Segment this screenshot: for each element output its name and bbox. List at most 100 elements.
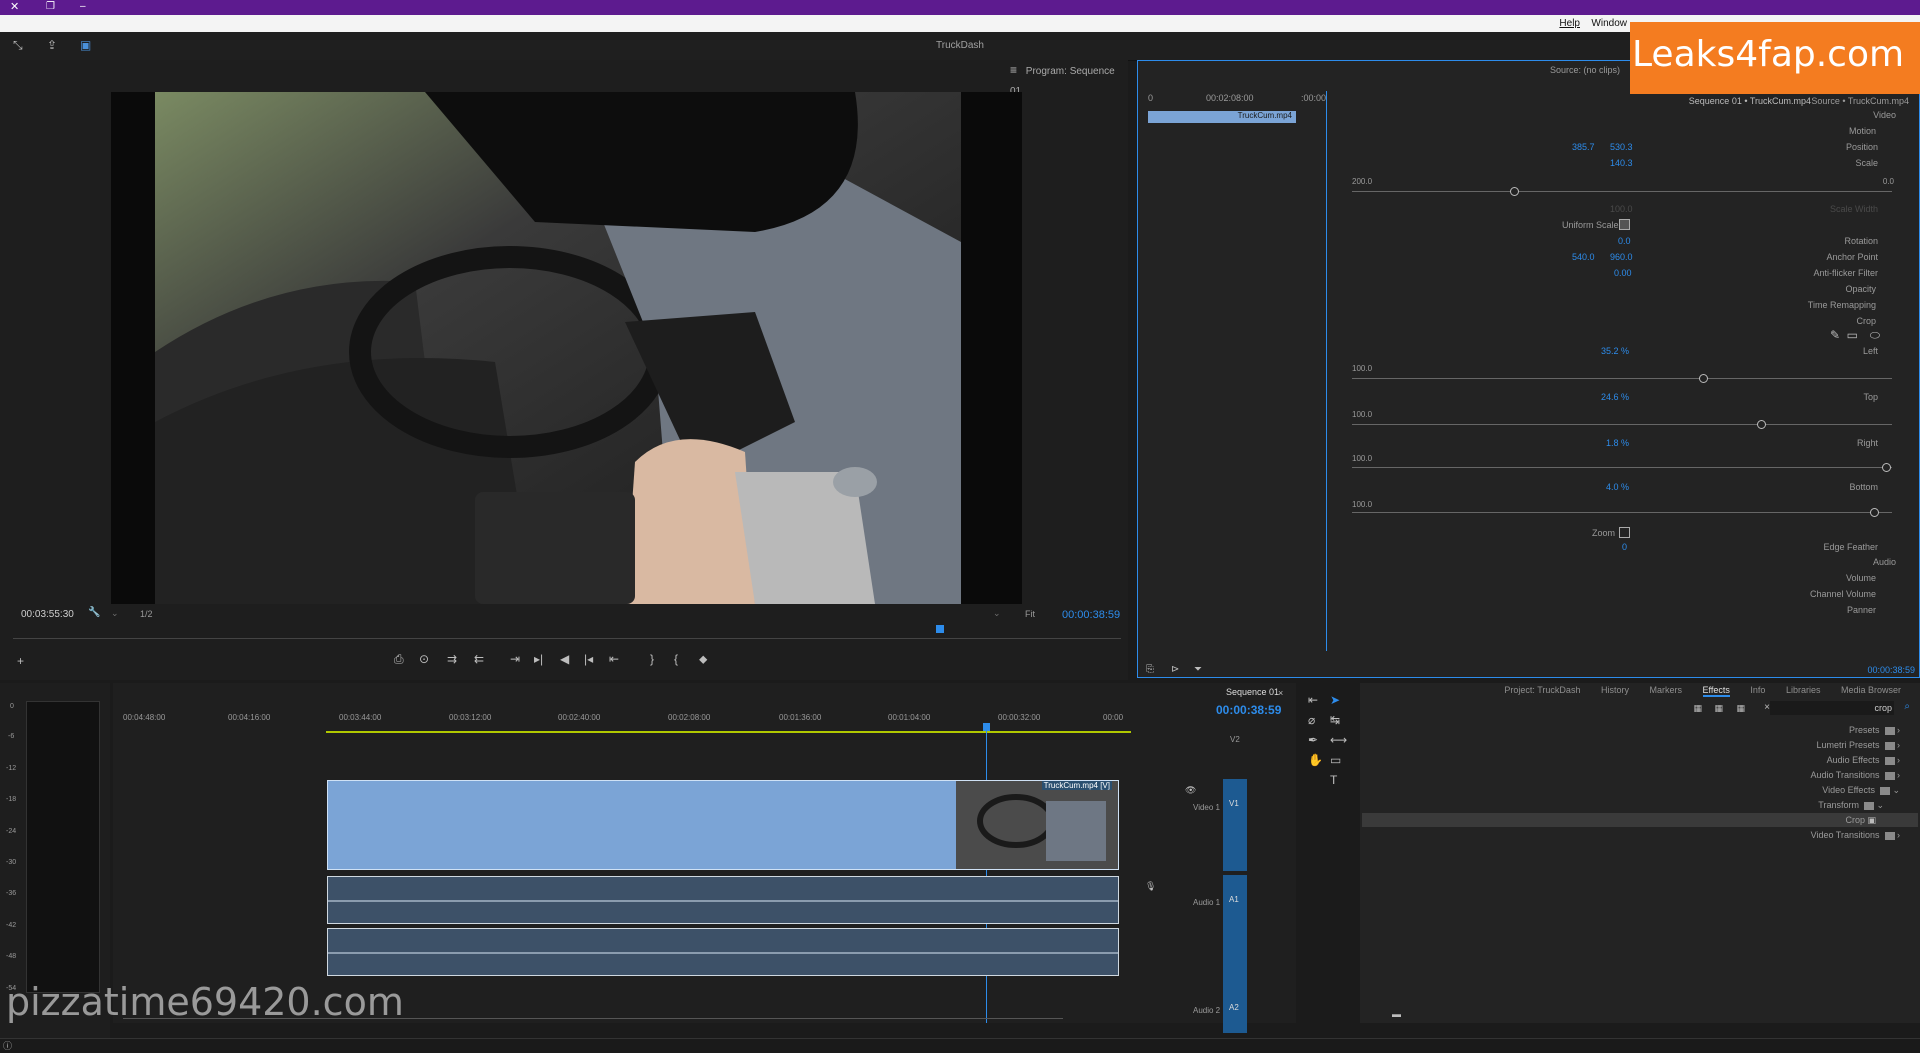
ellipse-mask-icon[interactable]: ⬭ (1870, 328, 1880, 342)
32bit-effects-icon[interactable]: ▦ (1714, 701, 1723, 715)
rectangle-tool-icon[interactable]: ▭ (1330, 753, 1341, 767)
export-frame-icon[interactable]: ⎙ (394, 652, 404, 666)
effects-item-presets[interactable]: Presets › (1849, 723, 1900, 737)
sequence-tab[interactable]: Sequence 01 (1226, 687, 1279, 697)
crop-top-slider-knob[interactable] (1757, 420, 1766, 429)
crop-bottom-value[interactable]: 4.0 % (1606, 482, 1629, 492)
clip-path-label[interactable]: Source • TruckCum.mp4 (1811, 96, 1909, 106)
effects-item-transform[interactable]: Transform ⌄ (1818, 798, 1884, 812)
fullscreen-icon[interactable]: ⤡ (13, 38, 23, 52)
eye-icon[interactable]: 👁 (1185, 783, 1196, 797)
timeline-ruler[interactable]: 00:00 00:00:32:00 00:01:04:00 00:01:36:0… (123, 713, 1128, 729)
anchor-x-value[interactable]: 960.0 (1610, 252, 1633, 262)
rectangle-mask-icon[interactable]: ▭ (1847, 328, 1858, 342)
crop-left-value[interactable]: 35.2 % (1601, 346, 1629, 356)
edge-feather-value[interactable]: 0 (1622, 542, 1627, 552)
mark-out-icon[interactable]: } (650, 652, 654, 666)
uniform-scale-checkbox[interactable] (1619, 219, 1630, 230)
program-scrub-bar[interactable] (13, 632, 1121, 639)
ripple-edit-tool-icon[interactable]: ↹ (1330, 713, 1340, 727)
search-icon[interactable]: ⌕ (1904, 700, 1910, 714)
time-remapping-label[interactable]: Time Remapping (1808, 300, 1876, 310)
share-icon[interactable]: ⇪ (47, 38, 57, 52)
effects-item-video-transitions[interactable]: Video Transitions › (1811, 828, 1900, 842)
new-bin-icon[interactable]: ▬ (1392, 1007, 1401, 1021)
yuv-effects-icon[interactable]: ▦ (1693, 701, 1702, 715)
motion-label[interactable]: Motion (1849, 126, 1876, 136)
tab-project[interactable]: Project: TruckDash (1504, 685, 1580, 695)
tab-effects[interactable]: Effects (1702, 685, 1730, 697)
resolution-chevron-icon[interactable]: ⌄ (111, 608, 119, 619)
crop-bottom-slider-knob[interactable] (1870, 508, 1879, 517)
crop-top-slider[interactable] (1352, 420, 1892, 429)
play-icon[interactable]: ◀ (560, 652, 569, 666)
sequence-path-label[interactable]: Sequence 01 • TruckCum.mp4 (1689, 96, 1811, 106)
filter-icon[interactable]: ⏷ (1194, 663, 1202, 677)
crop-right-slider-knob[interactable] (1882, 463, 1891, 472)
slip-tool-icon[interactable]: ⟷ (1330, 733, 1347, 747)
mic-icon[interactable]: 🎙 (1145, 879, 1156, 893)
mini-clip-bar[interactable]: TruckCum.mp4 (1148, 111, 1296, 123)
step-forward-icon[interactable]: ▸| (534, 652, 543, 666)
wrench-icon[interactable]: 🔧 (88, 606, 100, 620)
pen-mask-icon[interactable]: ✎ (1830, 328, 1840, 342)
menu-help[interactable]: Help (1559, 18, 1580, 29)
position-x-value[interactable]: 530.3 (1610, 142, 1633, 152)
close-icon[interactable]: ✕ (10, 0, 19, 14)
clear-search-icon[interactable]: × (1764, 701, 1770, 715)
razor-tool-icon[interactable]: ⌀ (1308, 713, 1315, 727)
crop-bottom-slider[interactable] (1352, 508, 1892, 517)
fit-chevron-icon[interactable]: ⌄ (993, 608, 1001, 619)
export-icon[interactable]: ⎘ (1146, 663, 1154, 677)
rotation-value[interactable]: 0.0 (1618, 236, 1631, 246)
panel-menu-icon[interactable]: ≡ (1010, 63, 1017, 77)
crop-right-slider[interactable] (1352, 463, 1892, 472)
tab-markers[interactable]: Markers (1650, 685, 1683, 695)
resolution-dropdown[interactable]: 1/2 (140, 609, 153, 619)
track-select-tool-icon[interactable]: ⇤ (1308, 693, 1318, 707)
zoom-checkbox[interactable] (1619, 527, 1630, 538)
selection-tool-icon[interactable]: ➤ (1330, 693, 1340, 707)
accelerated-effects-icon[interactable]: ▦ (1736, 701, 1745, 715)
panner-label[interactable]: Panner (1847, 605, 1876, 615)
volume-label[interactable]: Volume (1846, 573, 1876, 583)
pen-tool-icon[interactable]: ✒ (1308, 733, 1318, 747)
camera-icon[interactable]: ⊙ (419, 652, 429, 666)
program-playhead-icon[interactable] (936, 625, 944, 633)
step-back-icon[interactable]: |◂ (584, 652, 593, 666)
go-to-in-icon[interactable]: ⇤ (609, 652, 619, 666)
crop-right-value[interactable]: 1.8 % (1606, 438, 1629, 448)
tab-media-browser[interactable]: Media Browser (1841, 685, 1901, 695)
audio-clip-a1[interactable] (327, 876, 1119, 924)
anti-flicker-value[interactable]: 0.00 (1614, 268, 1632, 278)
overwrite-icon[interactable]: ⇉ (447, 652, 457, 666)
scale-slider[interactable] (1352, 187, 1892, 196)
timeline-timecode[interactable]: 00:00:38:59 (1216, 703, 1281, 717)
go-to-out-icon[interactable]: ⇥ (510, 652, 520, 666)
channel-volume-label[interactable]: Channel Volume (1810, 589, 1876, 599)
hand-tool-icon[interactable]: ✋ (1308, 753, 1323, 767)
effects-search-input[interactable] (1770, 701, 1894, 715)
info-icon[interactable]: ⓘ (3, 1039, 12, 1053)
scale-slider-knob[interactable] (1510, 187, 1519, 196)
effects-item-audio-transitions[interactable]: Audio Transitions › (1810, 768, 1900, 782)
insert-icon[interactable]: ⇇ (474, 652, 484, 666)
menu-window[interactable]: Window (1591, 18, 1627, 29)
scale-value[interactable]: 140.3 (1610, 158, 1633, 168)
mark-in-icon[interactable]: { (674, 652, 678, 666)
tab-history[interactable]: History (1601, 685, 1629, 695)
video-clip[interactable]: TruckCum.mp4 [V] (327, 780, 1119, 870)
add-marker-icon[interactable]: ⬥ (699, 652, 707, 666)
crop-label[interactable]: Crop (1856, 316, 1876, 326)
effects-item-video-effects[interactable]: Video Effects ⌄ (1822, 783, 1900, 797)
program-current-timecode[interactable]: 00:00:38:59 (1062, 609, 1120, 621)
crop-top-value[interactable]: 24.6 % (1601, 392, 1629, 402)
type-tool-icon[interactable]: T (1330, 773, 1337, 787)
position-y-value[interactable]: 385.7 (1572, 142, 1595, 152)
add-button-icon[interactable]: + (17, 654, 24, 668)
minimize-icon[interactable]: – (80, 0, 86, 14)
close-tab-icon[interactable]: × (1278, 686, 1283, 700)
effects-item-lumetri[interactable]: Lumetri Presets › (1816, 738, 1900, 752)
effects-item-audio-effects[interactable]: Audio Effects › (1827, 753, 1900, 767)
work-area-bar[interactable] (326, 731, 1131, 733)
